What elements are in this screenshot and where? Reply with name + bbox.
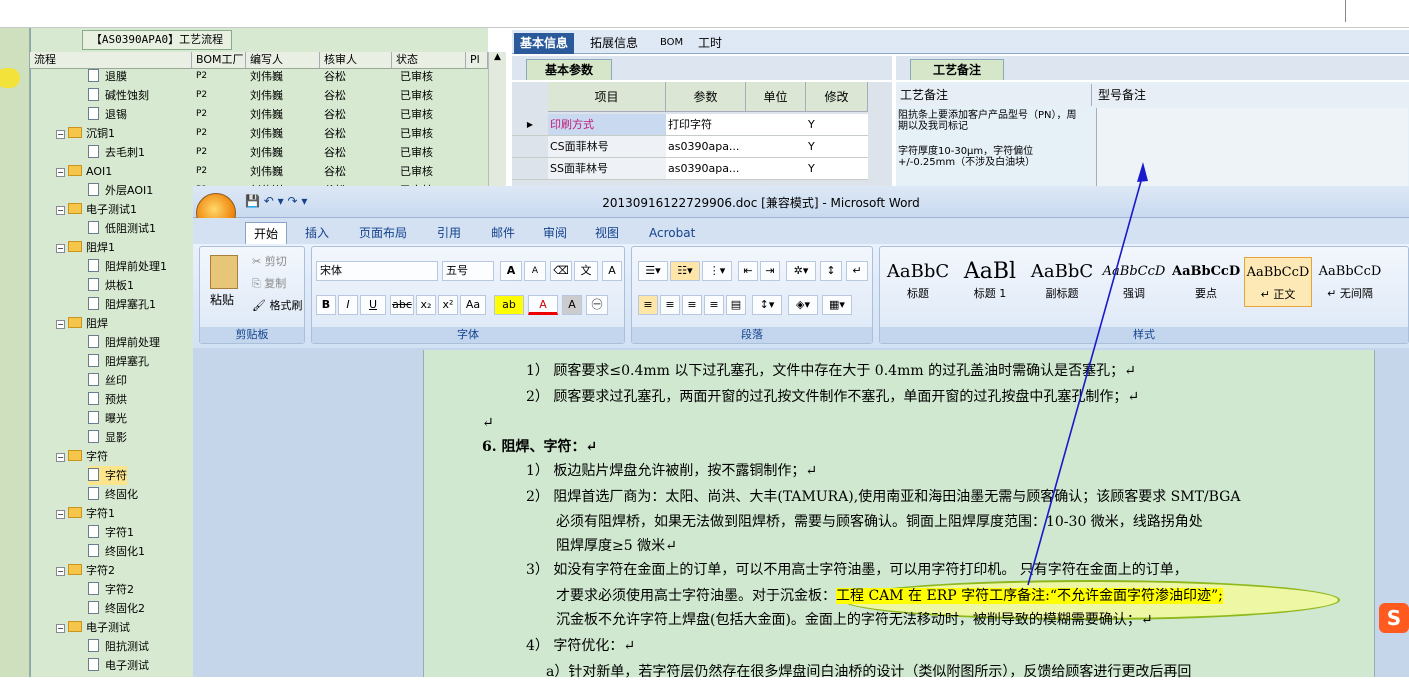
arrow-head-icon: [1137, 162, 1148, 182]
sogou-logo-icon: S: [1379, 603, 1409, 633]
annotation-arrow: [1027, 162, 1148, 586]
